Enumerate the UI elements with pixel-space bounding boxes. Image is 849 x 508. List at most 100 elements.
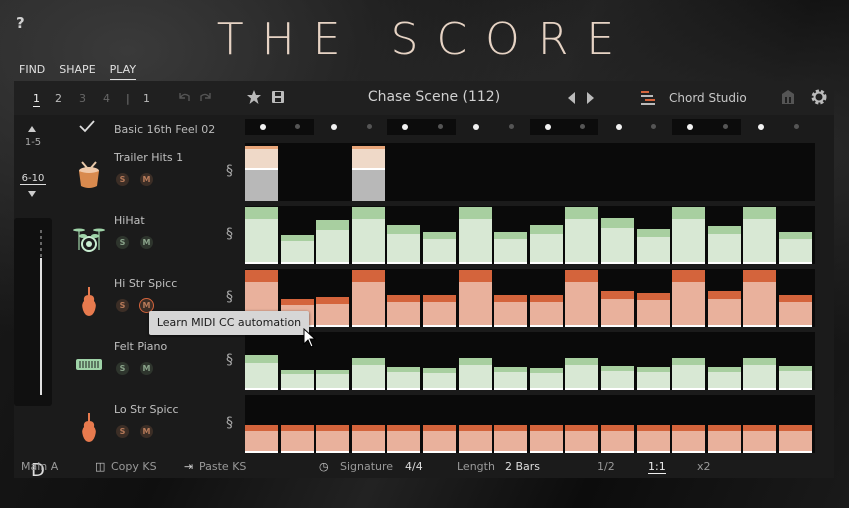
next-preset-icon[interactable] — [582, 90, 598, 106]
mute-button[interactable]: M — [140, 425, 153, 438]
step-bar[interactable] — [636, 293, 670, 327]
sequencer-lane[interactable] — [245, 332, 815, 390]
step-bar[interactable] — [529, 225, 563, 264]
step-bar[interactable] — [601, 366, 635, 390]
solo-button[interactable]: S — [116, 299, 129, 312]
accent-dot[interactable] — [687, 124, 693, 130]
paste-ks-icon[interactable]: ⇥ — [184, 460, 193, 473]
link-icon[interactable]: § — [226, 289, 233, 305]
speed-normal-button[interactable]: 1:1 — [648, 460, 666, 474]
accent-dot[interactable] — [722, 124, 728, 129]
speed-half-button[interactable]: 1/2 — [597, 460, 615, 473]
solo-button[interactable]: S — [116, 425, 129, 438]
accent-dot[interactable] — [544, 124, 551, 130]
accent-dot[interactable] — [651, 124, 657, 129]
star-icon[interactable] — [246, 89, 262, 105]
step-bar[interactable] — [672, 207, 706, 264]
step-bar[interactable] — [494, 367, 528, 390]
signature-value[interactable]: 4/4 — [405, 460, 423, 473]
step-bar[interactable] — [707, 291, 741, 327]
step-bar[interactable] — [565, 207, 599, 264]
step-bar[interactable] — [779, 232, 813, 264]
intensity-slider[interactable] — [14, 218, 52, 406]
step-bar[interactable] — [565, 270, 599, 327]
step-bar[interactable] — [779, 295, 813, 327]
step-bar[interactable] — [494, 425, 528, 453]
link-icon[interactable]: § — [226, 163, 233, 179]
paste-ks-button[interactable]: Paste KS — [199, 460, 246, 473]
mute-button[interactable]: M — [140, 173, 153, 186]
step-bar[interactable] — [565, 358, 599, 390]
page-2-button[interactable]: 2 — [55, 92, 62, 105]
step-bar[interactable] — [672, 425, 706, 453]
pattern-name[interactable]: Basic 16th Feel 02 — [114, 123, 215, 136]
step-bar[interactable] — [280, 235, 314, 264]
speed-double-button[interactable]: x2 — [697, 460, 711, 473]
step-bar[interactable] — [316, 220, 350, 264]
step-bar[interactable] — [280, 425, 314, 453]
pattern-check-icon[interactable] — [78, 119, 96, 133]
step-bar[interactable] — [351, 358, 385, 390]
track-trailer-hits[interactable]: Trailer Hits 1 S M § — [58, 149, 244, 212]
step-bar[interactable] — [601, 291, 635, 327]
link-icon[interactable]: § — [226, 352, 233, 368]
page-3-button[interactable]: 3 — [79, 92, 86, 105]
step-bar[interactable] — [672, 358, 706, 390]
step-bar[interactable] — [601, 218, 635, 264]
sequencer-lane[interactable] — [245, 269, 815, 327]
tab-shape[interactable]: SHAPE — [59, 63, 95, 80]
step-bar[interactable] — [636, 367, 670, 390]
tab-play[interactable]: PLAY — [109, 63, 137, 80]
step-bar[interactable] — [672, 270, 706, 327]
step-bar[interactable] — [743, 207, 777, 264]
accent-dot[interactable] — [366, 124, 372, 129]
step-bar[interactable] — [316, 297, 350, 327]
step-bar[interactable] — [458, 207, 492, 264]
accent-dot[interactable] — [615, 124, 622, 130]
copy-ks-icon[interactable]: ◫ — [95, 460, 105, 473]
step-bar[interactable] — [458, 425, 492, 453]
step-bar[interactable] — [779, 425, 813, 453]
step-bar[interactable] — [494, 232, 528, 264]
step-bar[interactable] — [387, 225, 421, 264]
step-bar[interactable] — [743, 425, 777, 453]
step-bar[interactable] — [458, 270, 492, 327]
undo-icon[interactable] — [176, 89, 192, 105]
chord-studio-label[interactable]: Chord Studio — [669, 91, 747, 105]
step-bar[interactable] — [245, 146, 279, 201]
step-accent-row[interactable] — [245, 119, 815, 135]
step-bar[interactable] — [601, 425, 635, 453]
save-icon[interactable] — [270, 89, 286, 105]
step-bar[interactable] — [743, 270, 777, 327]
step-bar[interactable] — [423, 368, 457, 390]
step-bar[interactable] — [351, 425, 385, 453]
step-sequencer-grid[interactable] — [245, 115, 815, 455]
solo-button[interactable]: S — [116, 362, 129, 375]
step-bar[interactable] — [707, 425, 741, 453]
accent-dot[interactable] — [437, 124, 443, 129]
length-value[interactable]: 2 Bars — [505, 460, 540, 473]
step-bar[interactable] — [636, 425, 670, 453]
step-bar[interactable] — [387, 295, 421, 327]
previous-preset-icon[interactable] — [564, 90, 580, 106]
range-down-icon[interactable] — [28, 191, 36, 197]
step-bar[interactable] — [351, 146, 385, 201]
step-bar[interactable] — [316, 370, 350, 390]
step-bar[interactable] — [529, 368, 563, 390]
link-icon[interactable]: § — [226, 415, 233, 431]
track-hihat[interactable]: HiHat S M § — [58, 212, 244, 275]
step-bar[interactable] — [387, 367, 421, 390]
redo-icon[interactable] — [198, 89, 214, 105]
step-bar[interactable] — [245, 207, 279, 264]
track-felt-piano[interactable]: Felt Piano S M § — [58, 338, 244, 401]
range-up-icon[interactable] — [28, 126, 36, 132]
accent-dot[interactable] — [331, 124, 337, 130]
page-4-button[interactable]: 4 — [103, 92, 110, 105]
sequencer-lane[interactable] — [245, 206, 815, 264]
solo-button[interactable]: S — [116, 173, 129, 186]
accent-dot[interactable] — [793, 124, 799, 129]
step-bar[interactable] — [245, 355, 279, 390]
step-bar[interactable] — [316, 425, 350, 453]
step-bar[interactable] — [707, 226, 741, 264]
step-bar[interactable] — [351, 270, 385, 327]
